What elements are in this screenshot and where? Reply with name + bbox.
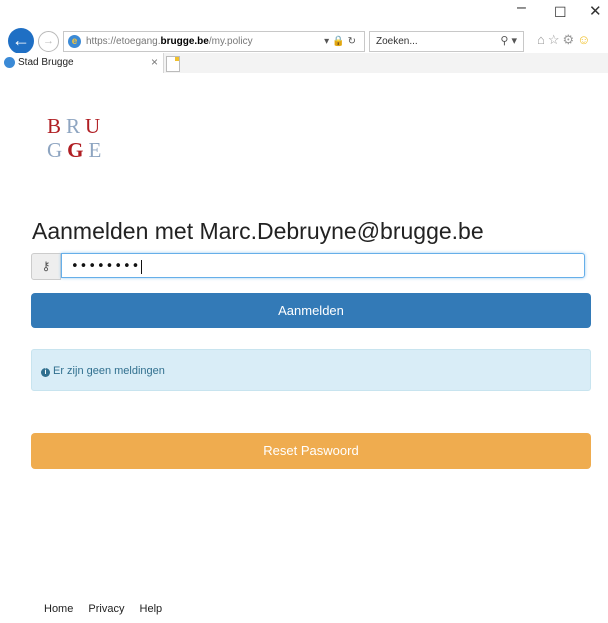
close-window-button[interactable]: ✕ bbox=[589, 4, 602, 19]
browser-toolbar: ⌂☆⚙☺ bbox=[537, 32, 593, 48]
feedback-smiley-icon[interactable]: ☺ bbox=[577, 32, 593, 47]
url-tools[interactable]: ▾🔒↻ bbox=[324, 32, 359, 51]
back-button[interactable]: ← bbox=[8, 28, 34, 54]
login-button[interactable]: Aanmelden bbox=[31, 293, 591, 328]
footer-link-help[interactable]: Help bbox=[140, 603, 163, 615]
window-titlebar: – ☐ ✕ bbox=[0, 0, 608, 22]
search-icon[interactable]: ⚲ ▾ bbox=[500, 32, 517, 51]
gear-icon[interactable]: ⚙ bbox=[563, 32, 578, 47]
tab-close-icon[interactable]: × bbox=[151, 53, 158, 71]
search-input[interactable]: Zoeken... bbox=[376, 32, 418, 51]
footer-links: Home Privacy Help bbox=[44, 603, 174, 615]
tab-stad-brugge[interactable]: Stad Brugge × bbox=[0, 53, 164, 73]
text-caret bbox=[141, 259, 143, 274]
tab-strip: Stad Brugge × bbox=[0, 53, 608, 73]
search-box[interactable]: Zoeken... ⚲ ▾ bbox=[369, 31, 524, 52]
footer-link-privacy[interactable]: Privacy bbox=[88, 603, 124, 615]
browser-address-row: ← → e https://etoegang.brugge.be/my.poli… bbox=[0, 24, 608, 54]
minimize-button[interactable]: – bbox=[517, 0, 526, 16]
url-prefix: https://etoegang. bbox=[86, 36, 161, 47]
notification-alert: i Er zijn geen meldingen bbox=[31, 349, 591, 391]
info-icon: i bbox=[41, 368, 50, 377]
password-value: •••••••• bbox=[71, 259, 141, 274]
brugge-logo: BRU GGE bbox=[47, 114, 106, 162]
tab-title: Stad Brugge bbox=[18, 57, 74, 68]
address-bar[interactable]: e https://etoegang.brugge.be/my.policy ▾… bbox=[63, 31, 365, 52]
page-title: Aanmelden met Marc.Debruyne@brugge.be bbox=[32, 218, 484, 244]
favorites-star-icon[interactable]: ☆ bbox=[548, 32, 563, 47]
password-field[interactable]: •••••••• bbox=[61, 253, 585, 278]
url-path: /my.policy bbox=[208, 36, 253, 47]
arrow-right-icon: → bbox=[43, 35, 54, 47]
footer-link-home[interactable]: Home bbox=[44, 603, 73, 615]
reset-password-button[interactable]: Reset Paswoord bbox=[31, 433, 591, 469]
logo-line-2: GGE bbox=[47, 138, 107, 162]
logo-line-1: BRU bbox=[47, 114, 106, 138]
arrow-left-icon: ← bbox=[12, 30, 30, 50]
url-domain: brugge.be bbox=[160, 36, 209, 47]
password-group: ⚷ •••••••• bbox=[31, 253, 591, 280]
forward-button[interactable]: → bbox=[38, 31, 59, 52]
ie-page-icon: e bbox=[68, 35, 81, 48]
home-icon[interactable]: ⌂ bbox=[537, 32, 548, 47]
alert-text: Er zijn geen meldingen bbox=[53, 365, 165, 377]
tab-favicon-icon bbox=[4, 57, 15, 68]
new-tab-icon[interactable] bbox=[166, 56, 180, 72]
url-text: https://etoegang.brugge.be/my.policy bbox=[86, 32, 253, 51]
maximize-button[interactable]: ☐ bbox=[554, 5, 567, 19]
key-icon: ⚷ bbox=[31, 253, 61, 280]
